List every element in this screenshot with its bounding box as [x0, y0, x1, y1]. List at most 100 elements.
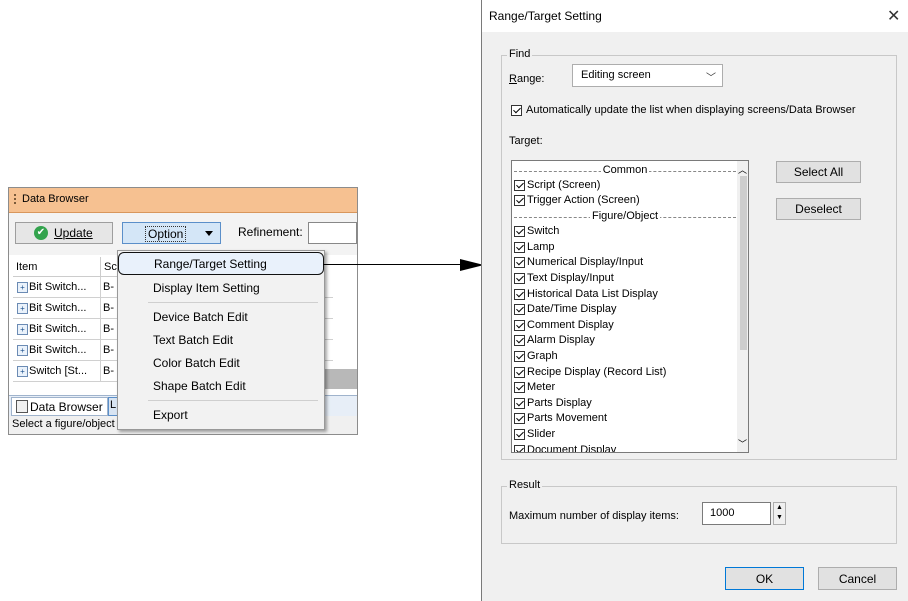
list-item-checkbox[interactable]	[514, 335, 525, 346]
expand-icon[interactable]: +	[17, 303, 28, 314]
list-item-checkbox[interactable]	[514, 351, 525, 362]
scrollbar-thumb[interactable]	[740, 176, 747, 350]
menu-item-export[interactable]: Export	[153, 408, 188, 422]
refinement-label: Refinement:	[238, 225, 303, 239]
menu-item-label: Range/Target Setting	[154, 257, 267, 271]
list-item-checkbox[interactable]	[514, 195, 525, 206]
list-item-label: Recipe Display (Record List)	[527, 366, 667, 378]
tab-data-browser-label: Data Browser	[30, 400, 103, 414]
list-item[interactable]: Document Display	[514, 444, 736, 453]
menu-item-device-batch-edit[interactable]: Device Batch Edit	[153, 310, 248, 324]
select-all-label: Select All	[793, 165, 844, 179]
auto-update-checkbox[interactable]	[511, 105, 522, 116]
row-item: Bit Switch...	[29, 344, 87, 356]
expand-icon[interactable]: +	[17, 324, 28, 335]
row-sc: B-	[103, 323, 114, 335]
list-item-label: Historical Data List Display	[527, 288, 658, 300]
menu-item-display-item-setting[interactable]: Display Item Setting	[153, 281, 260, 295]
list-item-label: Lamp	[527, 241, 555, 253]
data-browser-toolbar: ✔ Update Option Refinement:	[9, 213, 357, 255]
max-items-label: Maximum number of display items:	[509, 510, 679, 522]
range-dropdown[interactable]: Editing screen ﹀	[572, 64, 723, 87]
list-item[interactable]: Text Display/Input	[514, 272, 736, 287]
menu-item-range-target-setting[interactable]: Range/Target Setting	[118, 252, 324, 275]
list-item-checkbox[interactable]	[514, 289, 525, 300]
list-item[interactable]: Lamp	[514, 241, 736, 256]
list-item-label: Numerical Display/Input	[527, 256, 644, 268]
list-item[interactable]: Parts Display	[514, 397, 736, 412]
callout-arrow-line	[323, 264, 463, 265]
list-item-checkbox[interactable]	[514, 273, 525, 284]
list-item-label: Document Display	[527, 444, 617, 453]
cancel-button[interactable]: Cancel	[818, 567, 897, 590]
list-item[interactable]: Trigger Action (Screen)	[514, 194, 736, 209]
column-header-item[interactable]: Item	[13, 257, 101, 277]
option-dropdown-button[interactable]: Option	[122, 222, 221, 244]
list-item-checkbox[interactable]	[514, 382, 525, 393]
ok-label: OK	[755, 572, 774, 586]
menu-item-text-batch-edit[interactable]: Text Batch Edit	[153, 333, 233, 347]
menu-item-color-batch-edit[interactable]: Color Batch Edit	[153, 356, 240, 370]
row-item: Bit Switch...	[29, 302, 87, 314]
list-item-checkbox[interactable]	[514, 242, 525, 253]
refinement-input[interactable]	[308, 222, 357, 244]
list-item[interactable]: Script (Screen)	[514, 179, 736, 194]
range-dropdown-value: Editing screen	[581, 69, 651, 81]
target-list[interactable]: Common Script (Screen) Trigger Action (S…	[511, 160, 749, 453]
scroll-down-icon[interactable]: ﹀	[738, 437, 747, 450]
check-circle-icon: ✔	[34, 226, 48, 240]
max-items-spinner[interactable]: ▲ ▼	[773, 502, 786, 525]
list-item[interactable]: Historical Data List Display	[514, 288, 736, 303]
row-sc: B-	[103, 344, 114, 356]
list-item-checkbox[interactable]	[514, 320, 525, 331]
tab-data-browser[interactable]: Data Browser	[11, 397, 108, 416]
range-target-setting-dialog: Range/Target Setting ✕ Find Range: Editi…	[481, 0, 908, 601]
row-sc: B-	[103, 365, 114, 377]
list-item-label: Date/Time Display	[527, 303, 617, 315]
update-button[interactable]: ✔ Update	[15, 222, 113, 244]
list-item-checkbox[interactable]	[514, 367, 525, 378]
list-item[interactable]: Switch	[514, 225, 736, 240]
list-item[interactable]: Recipe Display (Record List)	[514, 366, 736, 381]
grip-icon[interactable]	[14, 194, 16, 206]
list-item[interactable]: Alarm Display	[514, 334, 736, 349]
scroll-up-icon[interactable]: ︿	[738, 163, 747, 176]
list-item-label: Text Display/Input	[527, 272, 614, 284]
list-item-label: Comment Display	[527, 319, 614, 331]
data-browser-title-bar: Data Browser	[9, 188, 357, 213]
column-divider	[100, 319, 101, 340]
option-context-menu: Range/Target Setting Display Item Settin…	[117, 250, 325, 430]
list-item-checkbox[interactable]	[514, 226, 525, 237]
list-item-label: Switch	[527, 225, 560, 237]
auto-update-label: Automatically update the list when displ…	[526, 104, 856, 116]
list-item-checkbox[interactable]	[514, 398, 525, 409]
list-item[interactable]: Parts Movement	[514, 412, 736, 427]
ok-button[interactable]: OK	[725, 567, 804, 590]
select-all-button[interactable]: Select All	[776, 161, 861, 183]
dialog-title-bar: Range/Target Setting ✕	[482, 0, 908, 32]
update-button-label: Update	[54, 226, 93, 240]
list-item[interactable]: Numerical Display/Input	[514, 256, 736, 271]
list-item[interactable]: Date/Time Display	[514, 303, 736, 318]
list-item[interactable]: Graph	[514, 350, 736, 365]
list-item-checkbox[interactable]	[514, 429, 525, 440]
list-item-label: Script (Screen)	[527, 179, 601, 191]
list-item[interactable]: Meter	[514, 381, 736, 396]
deselect-button[interactable]: Deselect	[776, 198, 861, 220]
expand-icon[interactable]: +	[17, 345, 28, 356]
list-item-checkbox[interactable]	[514, 180, 525, 191]
menu-item-shape-batch-edit[interactable]: Shape Batch Edit	[153, 379, 246, 393]
list-item[interactable]: Comment Display	[514, 319, 736, 334]
list-item-checkbox[interactable]	[514, 304, 525, 315]
expand-icon[interactable]: +	[17, 282, 28, 293]
list-item-checkbox[interactable]	[514, 413, 525, 424]
data-browser-icon	[16, 400, 28, 413]
close-icon[interactable]: ✕	[887, 6, 900, 26]
list-item-checkbox[interactable]	[514, 445, 525, 452]
dialog-title: Range/Target Setting	[489, 9, 602, 23]
max-items-input[interactable]: 1000	[702, 502, 771, 525]
expand-icon[interactable]: +	[17, 366, 28, 377]
list-item-checkbox[interactable]	[514, 257, 525, 268]
target-list-header: Figure/Object	[514, 210, 736, 225]
list-item[interactable]: Slider	[514, 428, 736, 443]
